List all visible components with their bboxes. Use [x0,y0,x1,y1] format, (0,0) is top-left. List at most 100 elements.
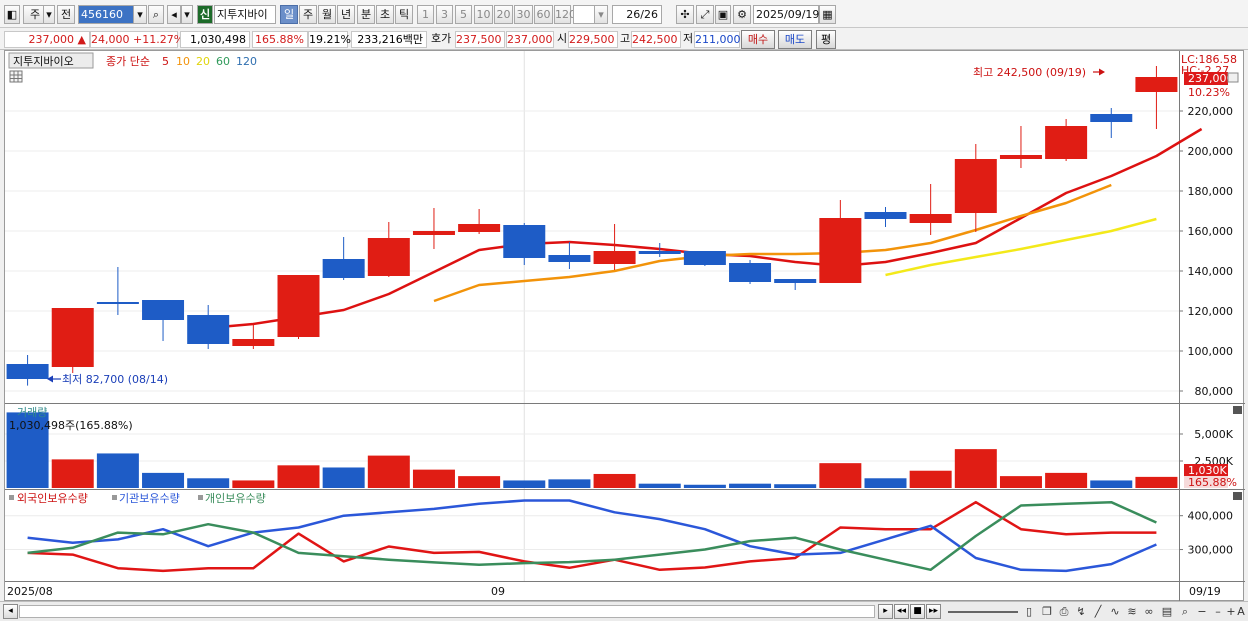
interval-dropdown-icon[interactable]: ▾ [594,5,608,24]
volume-readout: 1,030,498주(165.88%) [9,419,133,432]
minus-icon[interactable]: – [1211,604,1225,619]
interval-10-button[interactable]: 10 [474,5,493,24]
interval-60-button[interactable]: 60 [534,5,553,24]
volume-pct-tag-text: 165.88% [1188,476,1237,489]
ma-20-line [885,217,1157,277]
save-icon[interactable]: ▣ [715,5,731,24]
period-month-tab[interactable]: 월 [318,5,336,24]
credit-badge: 신 [197,5,213,24]
institution-holdings-legend: 기관보유수량 [119,492,180,505]
individual-legend-bullet [198,495,203,500]
open-label: 시 [557,32,568,45]
volume-panel-title: 거래량 [17,406,47,419]
candle-body [1135,77,1178,92]
panel-max-icon[interactable] [1227,72,1239,83]
high-price: 242,500 [631,31,681,48]
period-minute-tab[interactable]: 분 [357,5,375,24]
ask-price: 237,000 [506,31,554,48]
date-field[interactable]: 2025/09/19 [753,5,819,24]
interval-5-button[interactable]: 5 [455,5,472,24]
volume-bar [412,469,455,488]
flat-button[interactable]: 평 [816,30,836,49]
window-menu-icon[interactable]: ◧ [4,5,20,24]
tool-wave-icon[interactable]: ∿ [1108,604,1122,619]
price-tick-label: 100,000 [1188,345,1234,358]
individual-holdings-legend: 개인보유수량 [205,492,266,505]
volume-ratio: 165.88% [252,31,308,48]
period-day-tab[interactable]: 일 [280,5,298,24]
data-table-icon[interactable] [9,70,23,83]
scroll-right-icon[interactable]: ▸ [878,604,893,619]
period-second-tab[interactable]: 초 [376,5,394,24]
price-tick-label: 140,000 [1188,265,1234,278]
trade-amount: 233,216백만 [351,31,427,48]
interval-120-button[interactable]: 120 [554,5,576,24]
quote-bar: 237,000 ▲ 24,000 +11.27% 1,030,498 165.8… [0,28,1248,50]
price-tick-label: 120,000 [1188,305,1234,318]
speaker-dropdown-icon[interactable]: ▾ [181,5,193,24]
count-field[interactable]: 26/26 [612,5,662,24]
zoom-out-icon[interactable]: − [1195,604,1209,619]
zoom-slider[interactable] [948,611,1018,613]
stock-name-field: 지투지바이 [214,5,276,24]
candle-body [6,364,49,379]
chart-svg[interactable]: 80,000 100,000 120,000 140,000 160,000 180,00… [5,51,1245,602]
interval-30-button[interactable]: 30 [514,5,533,24]
sell-button[interactable]: 매도 [778,30,812,49]
horizontal-scrollbar[interactable] [19,605,875,618]
buy-button[interactable]: 매수 [741,30,775,49]
period-type-dropdown-icon[interactable]: ▾ [43,5,55,24]
rewind-icon[interactable]: ◂◂ [894,604,909,619]
price-tick-label: 80,000 [1195,385,1234,398]
stop-icon[interactable]: ■ [910,604,925,619]
calendar-icon[interactable]: ▦ [819,5,836,24]
price-tick-label: 220,000 [1188,105,1234,118]
stock-code-input[interactable]: 456160 [78,5,134,24]
auto-scale-icon[interactable]: A [1236,604,1246,619]
code-dropdown-icon[interactable]: ▾ [133,5,147,24]
tool-doc-icon[interactable]: ▯ [1022,604,1036,619]
tool-chart-icon[interactable]: ▤ [1160,604,1174,619]
period-tick-tab[interactable]: 틱 [395,5,413,24]
period-type-value: 주 [29,8,41,21]
current-price: 237,000 ▲ [4,31,90,48]
interval-custom-input[interactable] [573,5,595,24]
search-icon[interactable]: ⌕ [148,5,164,24]
candle-body [187,315,230,344]
period-year-tab[interactable]: 년 [337,5,355,24]
crosshair-icon[interactable]: ✣ [676,5,694,24]
ma-legend-20: 20 [196,55,210,68]
candle-body [638,251,681,254]
interval-1-button[interactable]: 1 [417,5,434,24]
volume-bar [232,480,275,488]
candle-body [458,224,501,232]
draw-line-icon[interactable]: ⤢ [696,5,714,24]
volume-bar [548,479,591,488]
tool-print-icon[interactable]: ⎙ [1057,604,1071,619]
candle-body [232,339,275,346]
volume-bar [187,478,230,488]
volume-panel-close-icon[interactable] [1233,406,1242,414]
tool-link-icon[interactable]: ∞ [1142,604,1156,619]
tool-trend-icon[interactable]: ↯ [1074,604,1088,619]
interval-3-button[interactable]: 3 [436,5,453,24]
high-arrow-icon [1099,68,1105,76]
period-week-tab[interactable]: 주 [299,5,317,24]
holdings-panel-close-icon[interactable] [1233,492,1242,500]
price-tick-label: 200,000 [1188,145,1234,158]
chart-area[interactable]: 80,000 100,000 120,000 140,000 160,000 180,00… [4,50,1245,602]
scroll-left-icon[interactable]: ◂ [3,604,18,619]
speaker-icon[interactable]: ◂ [167,5,181,24]
tool-line-icon[interactable]: ╱ [1091,604,1105,619]
open-price: 229,500 [568,31,618,48]
fast-forward-icon[interactable]: ▸▸ [926,604,941,619]
candle-body [412,231,455,235]
last-pct-tag-text: 10.23% [1188,86,1230,99]
tool-fib-icon[interactable]: ≋ [1125,604,1139,619]
settings-gear-icon[interactable]: ⚙ [733,5,751,24]
volume-bar [593,473,636,488]
interval-20-button[interactable]: 20 [494,5,513,24]
all-button[interactable]: 전 [57,5,75,24]
tool-copy-icon[interactable]: ❐ [1040,604,1054,619]
zoom-search-icon[interactable]: ⌕ [1178,604,1192,619]
